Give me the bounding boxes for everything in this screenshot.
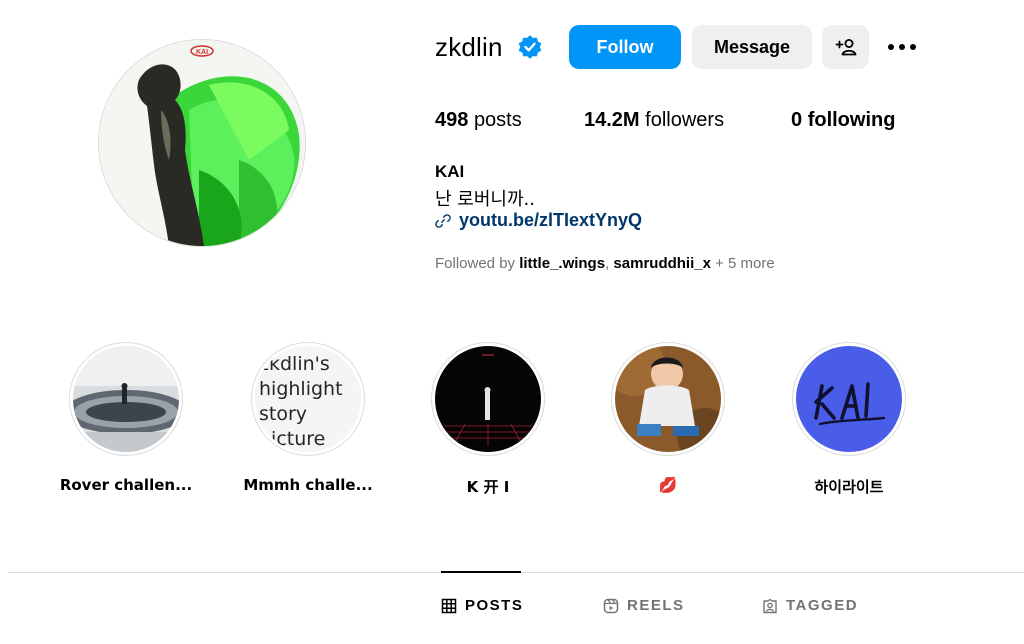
highlight-cover-image: zkdlin's highlight story picture [255,346,361,452]
profile-avatar[interactable]: KAI [99,40,305,246]
highlight-cover-image [73,346,179,452]
highlight-label: Mmmh challe... [243,476,373,494]
profile-page: KAI zkdlin Follow Message 498 posts 14.2… [0,0,1024,644]
profile-link-text[interactable]: youtu.be/zlTIextYnyQ [459,210,642,231]
highlight-label: Rover challen... [59,476,193,494]
tab-label: POSTS [465,597,524,614]
followed-by-user[interactable]: samruddhii_x [613,255,711,272]
story-highlight[interactable]: 💋 [588,343,748,494]
tagged-icon [763,598,777,613]
reels-icon [603,598,619,613]
highlight-cover-image [435,346,541,452]
tab-posts[interactable]: POSTS [441,597,523,614]
grid-icon [441,598,457,613]
link-icon [435,213,451,228]
story-highlight[interactable]: 하이라이트 [769,343,929,497]
suggest-users-button[interactable] [822,25,869,69]
profile-username: zkdlin [435,32,503,62]
verified-badge-icon [518,35,542,59]
posts-number: 498 [435,109,469,131]
followed-by-user[interactable]: little_.wings [519,255,605,272]
followed-by-prefix: Followed by [435,255,516,272]
tab-label: REELS [627,597,685,614]
following-count[interactable]: 0 following [791,107,895,133]
followed-by[interactable]: Followed by little_.wings, samruddhii_x … [435,255,775,272]
tab-label: TAGGED [786,597,859,614]
profile-full-name: KAI [435,162,465,181]
active-tab-indicator [441,571,521,573]
following-label: following [807,109,896,131]
highlight-label: 💋 [658,476,678,494]
followers-label: followers [645,109,725,131]
follow-button[interactable]: Follow [569,25,681,69]
story-highlight[interactable]: K 开 I [408,343,568,497]
profile-bio: 난 로버니까.. [435,189,535,210]
following-number: 0 [791,109,803,131]
avatar-image: KAI [99,40,305,246]
story-highlight[interactable]: Rover challen... [46,343,206,494]
highlight-label: 하이라이트 [814,478,884,496]
posts-count: 498 posts [435,107,522,133]
profile-link[interactable]: youtu.be/zlTIextYnyQ [435,210,642,231]
add-user-icon [835,39,856,56]
message-button[interactable]: Message [692,25,812,69]
followed-by-more: + 5 more [715,255,775,272]
posts-label: posts [473,109,522,131]
svg-text:KAI: KAI [196,49,208,56]
highlight-cover-image [796,346,902,452]
tab-tagged[interactable]: TAGGED [762,597,858,614]
story-highlight[interactable]: zkdlin's highlight story picture Mmmh ch… [228,343,388,494]
highlight-cover-image [615,346,721,452]
followers-count[interactable]: 14.2M followers [584,107,724,133]
highlight-label: K 开 I [466,478,510,496]
tab-reels[interactable]: REELS [603,597,685,614]
more-options-icon[interactable] [886,40,918,54]
followers-number: 14.2M [584,109,640,131]
